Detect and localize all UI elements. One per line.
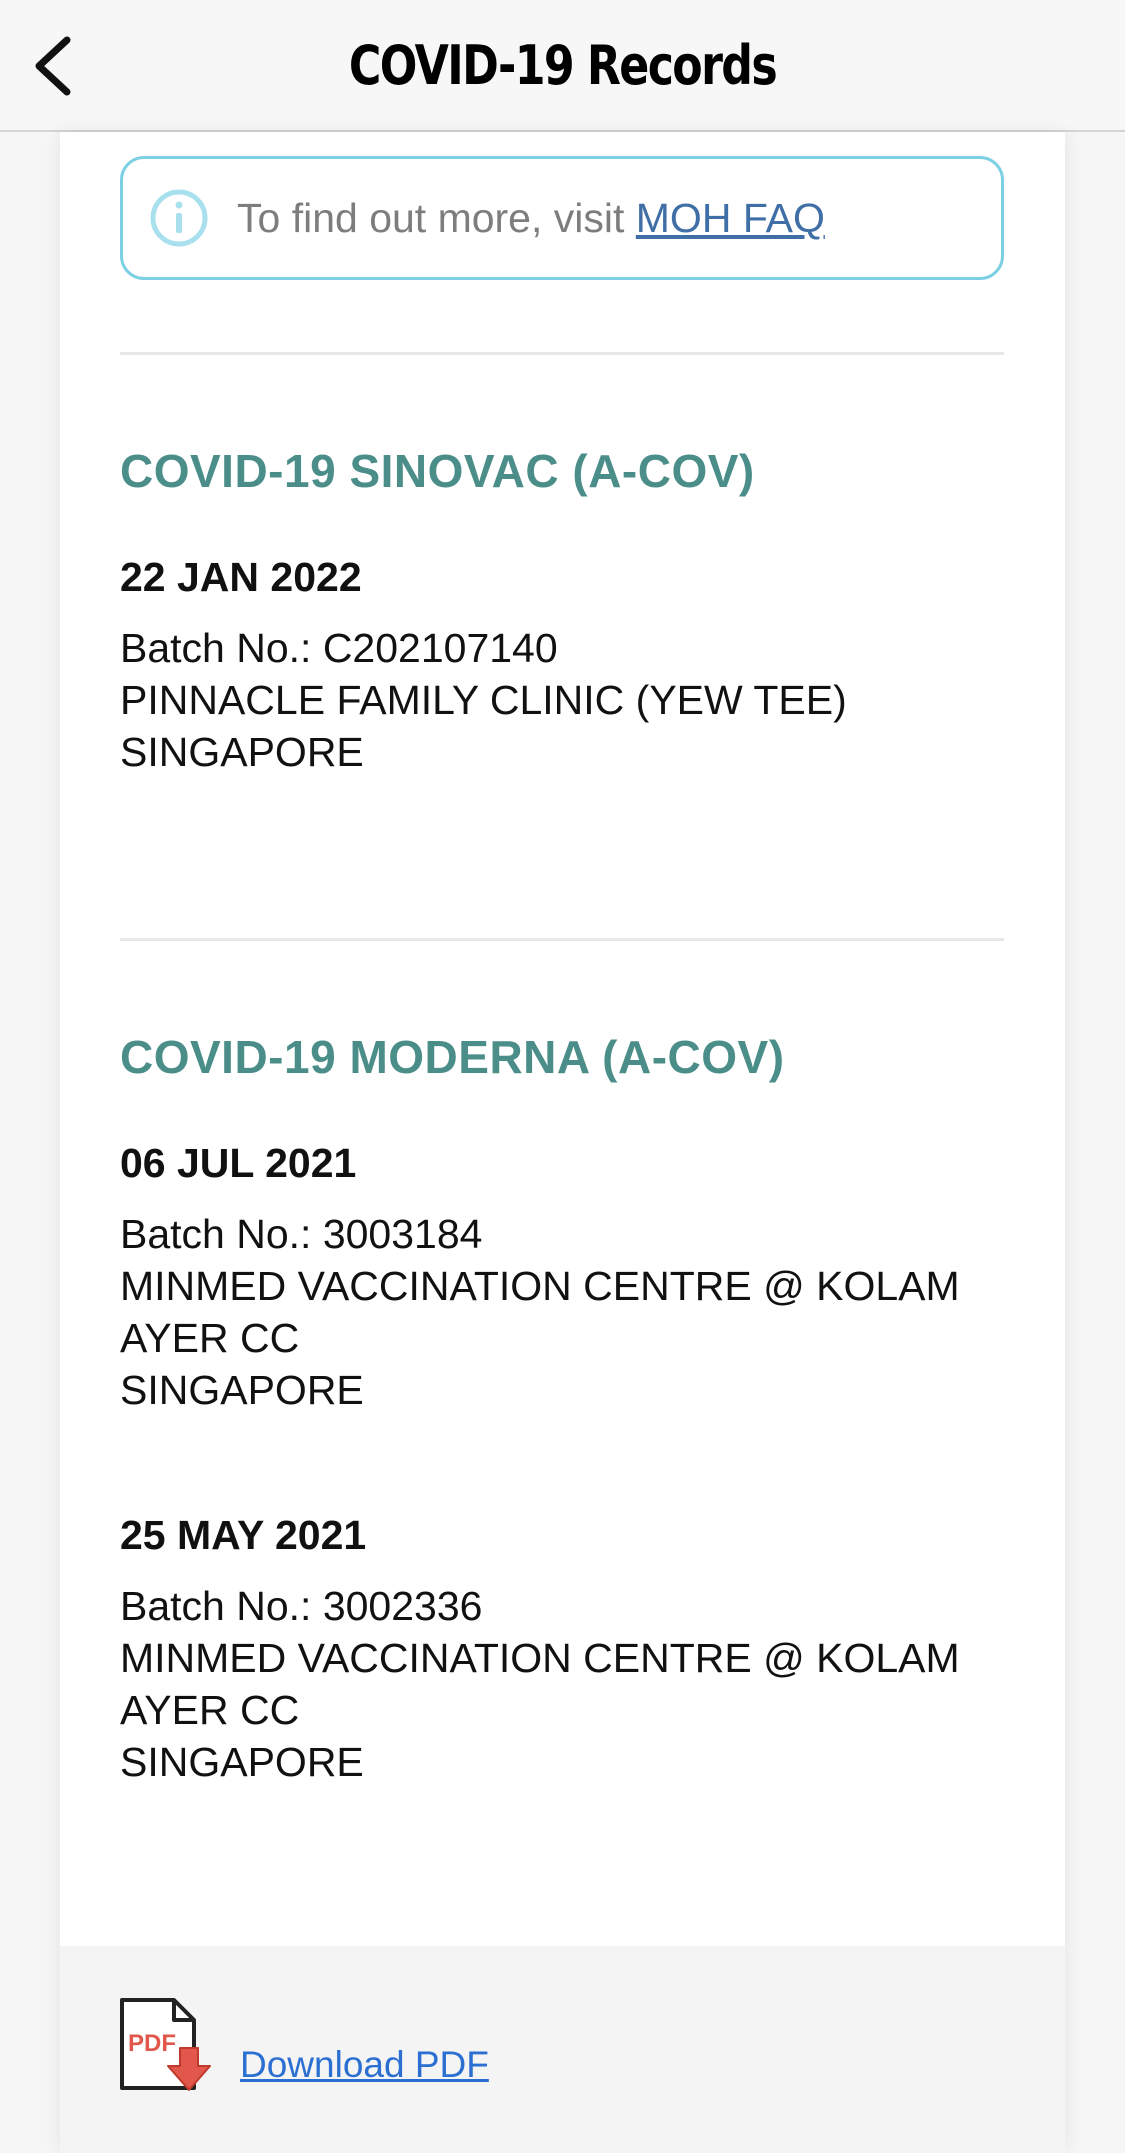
info-icon (150, 189, 208, 247)
chevron-left-icon (35, 36, 71, 96)
divider (120, 352, 1004, 355)
moh-faq-link[interactable]: MOH FAQ (636, 195, 825, 241)
batch-number: Batch No.: 3002336 (120, 1583, 483, 1629)
pdf-download-icon[interactable]: PDF (118, 1996, 218, 2094)
pdf-icon-text: PDF (128, 2030, 176, 2057)
info-text-prefix: To find out more, visit (237, 194, 636, 241)
batch-number: Batch No.: 3003184 (120, 1211, 483, 1257)
dose-date: 25 MAY 2021 (120, 1512, 367, 1558)
vaccine-name: COVID-19 MODERNA (A-COV) (120, 1031, 785, 1083)
info-text: To find out more, visit MOH FAQ (237, 195, 825, 242)
dose-record: 06 JUL 2021 Batch No.: 3003184 MINMED VA… (120, 1138, 1004, 1416)
divider (120, 938, 1004, 941)
app-header: COVID-19 Records (0, 0, 1125, 132)
records-card: To find out more, visit MOH FAQ COVID-19… (60, 132, 1065, 2153)
dose-date: 06 JUL 2021 (120, 1140, 357, 1186)
vaccination-location: PINNACLE FAMILY CLINIC (YEW TEE) (120, 677, 847, 723)
back-button[interactable] (18, 28, 88, 104)
batch-number: Batch No.: C202107140 (120, 625, 558, 671)
dose-record: 22 JAN 2022 Batch No.: C202107140 PINNAC… (120, 552, 1004, 778)
page-title: COVID-19 Records (348, 33, 778, 97)
dose-record: 25 MAY 2021 Batch No.: 3002336 MINMED VA… (120, 1510, 1004, 1788)
vaccination-country: SINGAPORE (120, 1739, 364, 1785)
dose-date: 22 JAN 2022 (120, 554, 362, 600)
vaccination-location: MINMED VACCINATION CENTRE @ KOLAM AYER C… (120, 1635, 960, 1733)
vaccine-name: COVID-19 SINOVAC (A-COV) (120, 445, 755, 497)
download-pdf-link[interactable]: Download PDF (240, 2044, 489, 2086)
vaccination-country: SINGAPORE (120, 1367, 364, 1413)
vaccination-location: MINMED VACCINATION CENTRE @ KOLAM AYER C… (120, 1263, 960, 1361)
info-banner: To find out more, visit MOH FAQ (120, 156, 1004, 280)
card-footer: PDF Download PDF (60, 1946, 1065, 2153)
vaccination-country: SINGAPORE (120, 729, 364, 775)
